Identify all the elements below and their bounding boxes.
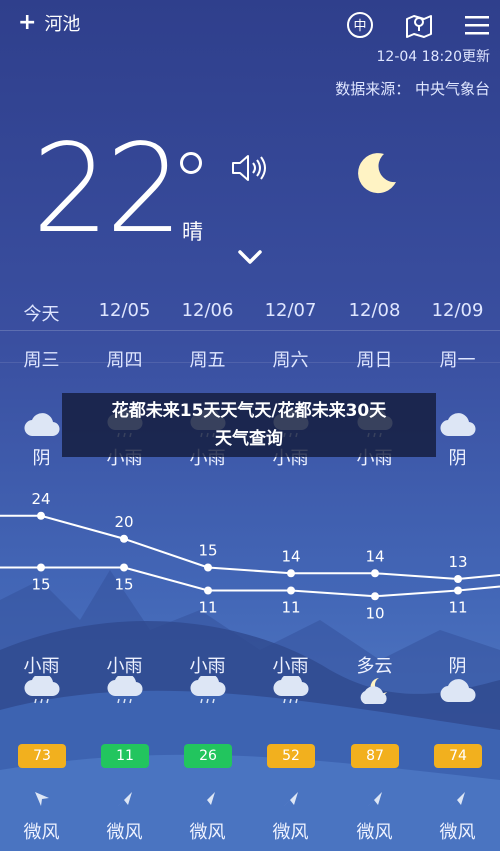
forecast-date[interactable]: 12/05 [83,300,166,321]
low-temp-label: 11 [198,599,217,617]
wind-direction-icon [166,788,249,810]
low-temp-label: 11 [281,599,300,617]
menu-icon[interactable] [462,10,492,40]
wind-direction-icon [416,788,499,810]
low-temp-label: 11 [448,599,467,617]
low-temp-label: 10 [365,604,384,620]
wind-direction-icon [83,788,166,810]
rain-icon [249,676,332,706]
night-condition: 小雨 [272,656,309,677]
forecast-weekday: 周六 [272,350,309,371]
high-temp-point [454,575,462,583]
chevron-down-icon[interactable] [237,248,263,266]
city-selector[interactable]: + 河池 [18,10,80,36]
wind-label: 微风 [439,822,476,843]
cloudy-night-icon [333,676,416,706]
cloud-icon [416,676,499,706]
update-time: 12-04 18:20更新 [376,49,490,65]
forecast-date[interactable]: 今天 [0,300,83,326]
forecast-weekday: 周三 [23,350,60,371]
rain-icon [166,676,249,706]
high-temp-label: 14 [365,547,384,565]
aqi-badge: 74 [434,744,482,768]
low-temp-point [120,563,128,572]
wind-direction-icon [0,788,83,810]
low-temp-line [0,566,500,598]
data-source: 数据来源： 中央气象台 [335,80,490,98]
overlay-banner[interactable]: 花都未来15天天气天/花都未来30天 天气查询 [62,393,436,457]
rain-icon [0,676,83,706]
low-temp-point [204,586,212,595]
wind-direction-icon [333,788,416,810]
current-condition: 晴 [182,220,203,244]
wind-label: 微风 [189,822,226,843]
high-temp-label: 15 [198,542,217,560]
low-temp-label: 15 [114,576,133,594]
aqi-badge: 87 [351,744,399,768]
top-bar: + 河池 中 [0,0,500,50]
forecast-date[interactable]: 12/09 [416,300,499,321]
aqi-badge: 11 [101,744,149,768]
rain-icon [83,676,166,706]
wind-label: 微风 [23,822,60,843]
city-name: 河池 [44,14,81,35]
wind-label: 微风 [272,822,309,843]
current-temperature: 22 [32,118,183,260]
aqi-badge: 52 [267,744,315,768]
language-icon-text: 中 [353,19,366,34]
divider [0,330,500,331]
forecast-date[interactable]: 12/08 [333,300,416,321]
aqi-badge: 73 [18,744,66,768]
map-icon[interactable] [404,10,434,40]
night-condition: 多云 [356,656,393,677]
high-temp-label: 13 [448,553,467,571]
night-condition: 小雨 [106,656,143,677]
forecast-weekday: 周一 [439,350,476,371]
low-temp-point [454,586,462,595]
high-temp-point [120,534,128,543]
high-temp-label: 14 [281,547,300,565]
low-temp-point [37,563,45,572]
low-temp-label: 15 [31,576,50,594]
high-temp-point [37,511,45,520]
aqi-badge: 26 [184,744,232,768]
wind-direction-icon [249,788,332,810]
temperature-chart: 24 20 15 14 14 13 15 15 11 11 10 11 [0,490,500,620]
low-temp-point [287,586,295,595]
moon-icon [358,153,396,194]
forecast-weekday: 周日 [356,350,393,371]
speaker-icon[interactable] [230,152,270,184]
night-condition: 小雨 [23,656,60,677]
forecast-date[interactable]: 12/06 [166,300,249,321]
forecast-weekday: 周四 [106,350,143,371]
night-condition: 阴 [448,656,467,677]
forecast-weekday: 周五 [189,350,226,371]
high-temp-label: 20 [114,513,133,531]
high-temp-label: 24 [31,490,50,508]
banner-line-1: 花都未来15天天气天/花都未来30天 [111,401,387,421]
wind-label: 微风 [356,822,393,843]
language-icon[interactable]: 中 [345,10,375,40]
high-temp-point [204,563,212,572]
wind-label: 微风 [106,822,143,843]
forecast-date[interactable]: 12/07 [249,300,332,321]
degree-symbol [180,152,202,174]
add-city-icon[interactable]: + [18,12,36,34]
night-condition: 小雨 [189,656,226,677]
low-temp-point [371,592,379,601]
banner-line-2: 天气查询 [215,429,283,449]
high-temp-point [287,569,295,578]
high-temp-line [0,514,500,581]
high-temp-point [371,569,379,578]
